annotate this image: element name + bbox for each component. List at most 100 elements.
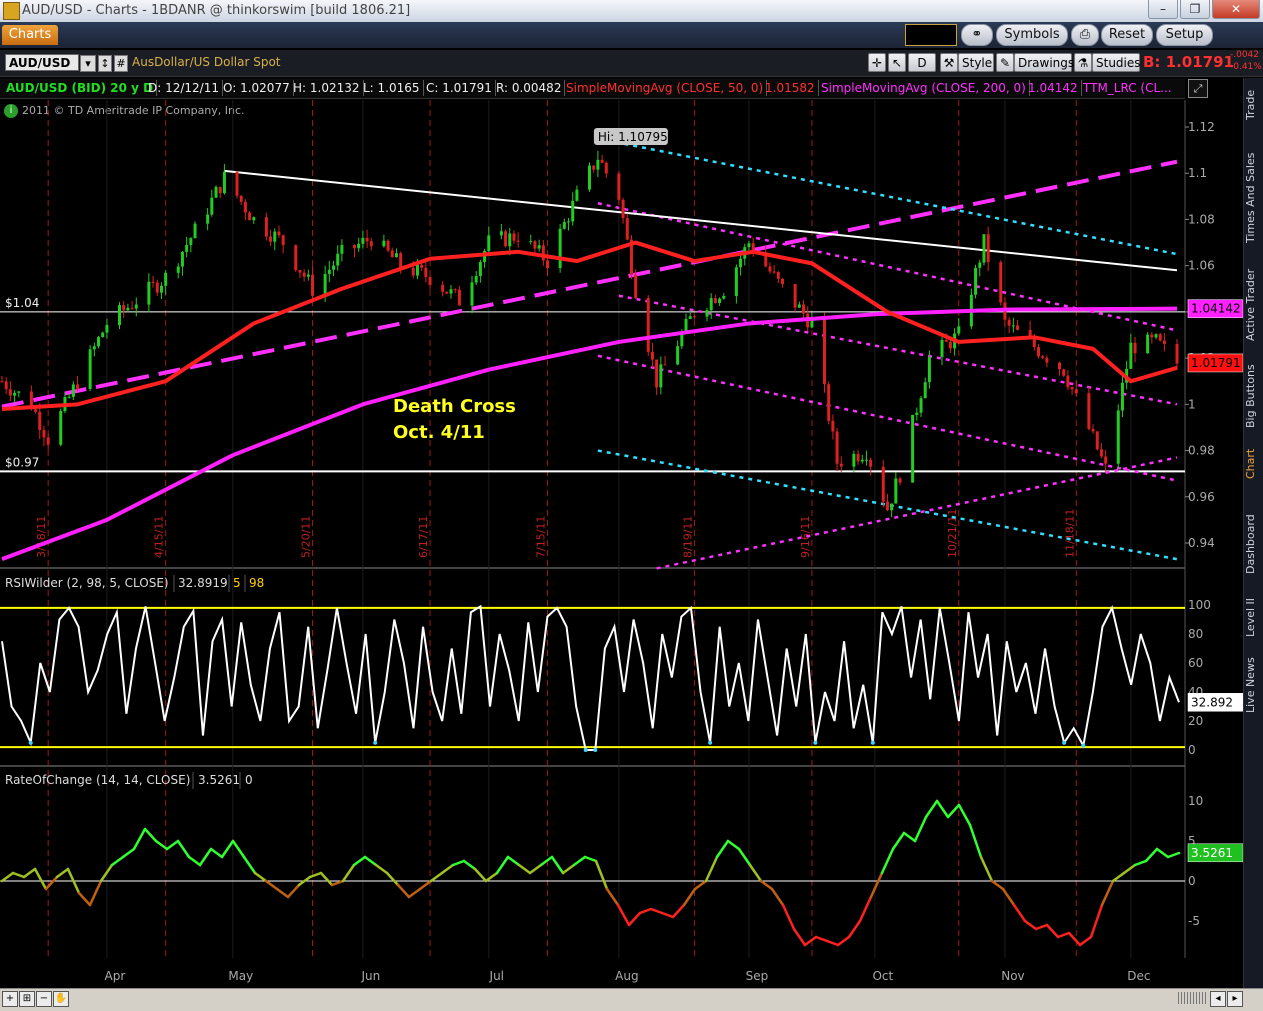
candle-body <box>298 270 302 273</box>
sma200-last-value: 1.04142 <box>1191 302 1241 316</box>
pan-hand-icon[interactable]: ✋ <box>53 991 69 1007</box>
roc-line-segment <box>550 855 565 875</box>
roc-line-segment <box>506 855 521 867</box>
zoom-in-icon[interactable]: + <box>2 991 18 1007</box>
roc-line-segment <box>539 855 554 867</box>
candle-body <box>533 241 537 249</box>
x-month-label: Aug <box>615 969 638 983</box>
price-axis-label: 1.06 <box>1188 259 1215 273</box>
candle-body <box>88 349 92 389</box>
candle-body <box>361 237 365 244</box>
roc-line-segment <box>1133 859 1148 867</box>
candle-body <box>134 304 138 309</box>
candle-body <box>474 276 478 283</box>
candle-body <box>420 264 424 268</box>
roc-line-segment <box>165 839 180 851</box>
candle-body <box>541 245 545 261</box>
roc-line-segment <box>605 887 620 907</box>
roc-axis-label: 0 <box>1188 874 1196 888</box>
roc-line-segment <box>847 919 862 939</box>
sidebar-tab-trade[interactable]: Trade <box>1244 84 1262 126</box>
roc-line-segment <box>275 887 290 899</box>
rsi-oversold-point <box>1062 740 1067 745</box>
candle-body <box>248 212 252 221</box>
roc-line-segment <box>704 855 719 883</box>
roc-line-segment <box>594 859 609 891</box>
candle-body <box>739 258 743 268</box>
candle-body <box>118 305 121 326</box>
roc-line-segment <box>110 855 125 867</box>
roc-line-segment <box>572 855 587 867</box>
candle-body <box>516 240 520 242</box>
candle-body <box>676 346 680 365</box>
candle-body <box>885 501 889 511</box>
candle-body <box>130 307 134 309</box>
zoom-out-icon[interactable]: − <box>36 991 52 1007</box>
zoom-area-icon[interactable]: ⊞ <box>19 991 35 1007</box>
candle-body <box>869 459 873 467</box>
candle-body <box>768 266 772 272</box>
candle-body <box>176 266 180 273</box>
candle-body <box>705 310 709 317</box>
candle-body <box>470 282 474 306</box>
candle-body <box>1133 342 1137 354</box>
channel-dashed-line <box>597 137 1178 256</box>
candle-body <box>944 339 948 342</box>
candle-body <box>625 218 629 240</box>
candle-body <box>776 272 780 279</box>
candle-body <box>529 241 533 243</box>
candle-body <box>193 223 197 239</box>
candle-body <box>357 243 361 249</box>
candle-body <box>294 245 298 271</box>
roc-line-segment <box>1155 847 1170 859</box>
roc-line-segment <box>682 887 697 907</box>
roc-line-segment <box>44 875 59 891</box>
candle-body <box>537 245 541 249</box>
rsi-oversold-point <box>583 748 588 752</box>
roc-line-segment <box>385 871 400 887</box>
candle-body <box>71 384 75 397</box>
rsi-oversold-point <box>373 740 378 745</box>
rsi-oversold-point <box>708 740 713 745</box>
sidebar-tab-dashboard[interactable]: Dashboard <box>1244 506 1262 582</box>
roc-line-segment <box>517 863 532 875</box>
roc-line-segment <box>363 855 378 867</box>
scroll-left-icon[interactable]: ◂ <box>1210 991 1226 1007</box>
candle-body <box>441 284 445 292</box>
sidebar-tab-active-trader[interactable]: Active Trader <box>1244 262 1262 348</box>
candle-body <box>499 231 503 236</box>
sidebar-tab-level-ii[interactable]: Level II <box>1244 592 1262 642</box>
candle-body <box>457 289 461 306</box>
roc-line-segment <box>451 859 466 867</box>
candle-body <box>453 289 457 291</box>
roc-line-segment <box>308 871 323 879</box>
candle-body <box>835 431 839 464</box>
candle-body <box>1091 429 1095 432</box>
candle-body <box>277 231 281 236</box>
sidebar-tab-chart[interactable]: Chart <box>1244 444 1262 484</box>
roc-line-segment <box>396 883 411 899</box>
candle-body <box>185 245 189 252</box>
scroll-grip[interactable] <box>1178 992 1206 1004</box>
scroll-right-icon[interactable]: ▸ <box>1227 991 1243 1007</box>
candle-body <box>911 414 915 483</box>
roc-line-segment <box>726 839 741 851</box>
candle-body <box>1037 347 1041 357</box>
roc-line-segment <box>121 847 136 859</box>
sidebar-tab-big-buttons[interactable]: Big Buttons <box>1244 360 1262 432</box>
roc-line-segment <box>1078 935 1093 947</box>
candle-body <box>986 234 990 263</box>
sidebar-tab-times-and-sales[interactable]: Times And Sales <box>1244 146 1262 250</box>
roc-line-segment <box>638 907 653 915</box>
candle-body <box>105 325 109 333</box>
roc-line-segment <box>968 823 983 859</box>
roc-line-segment <box>528 863 543 875</box>
candle-body <box>823 319 826 385</box>
roc-axis-label: 10 <box>1188 794 1203 808</box>
price-axis-label: 0.94 <box>1188 536 1215 550</box>
chart-canvas[interactable]: 3/18/11 4/15/11 5/20/11 6/17/11 7/15/11 8/19/… <box>0 0 1243 988</box>
roc-line-segment <box>1067 931 1082 947</box>
sidebar-tab-live-news[interactable]: Live News <box>1244 652 1262 718</box>
x-month-label: Nov <box>1001 969 1024 983</box>
roc-line-segment <box>1023 919 1038 931</box>
